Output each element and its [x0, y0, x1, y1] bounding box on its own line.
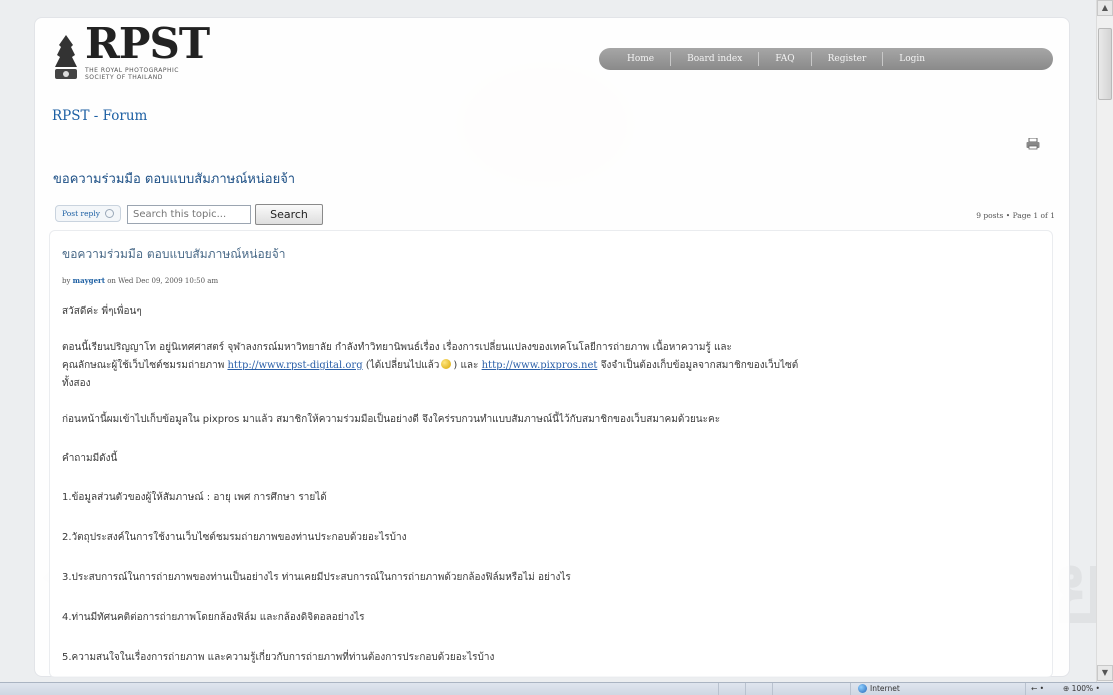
reply-circle-icon	[105, 209, 114, 218]
status-divider	[1025, 683, 1026, 695]
vertical-scrollbar[interactable]: ▲ ▼	[1096, 0, 1113, 682]
rpst-link[interactable]: http://www.rpst-digital.org	[227, 360, 362, 371]
logo-emblem-icon	[55, 35, 77, 79]
nav-faq[interactable]: FAQ	[759, 52, 812, 66]
post-greeting: สวัสดีค่ะ พี่ๆเพื่อนๆ	[62, 306, 142, 317]
scroll-up-icon[interactable]: ▲	[1097, 0, 1113, 16]
zoom-level[interactable]: ⊕ 100% •	[1063, 684, 1100, 693]
logo-letters: RPST	[85, 19, 210, 68]
post-paragraph-1-line-1: ตอนนี้เรียนปริญญาโท อยู่นิเทศศาสตร์ จุฬา…	[62, 342, 732, 353]
globe-icon	[858, 684, 867, 693]
post-p1-text-e: จึงจำเป็นต้องเก็บข้อมูลจากสมาชิกของเว็บไ…	[600, 360, 799, 371]
post-question-3: 3.ประสบการณ์ในการถ่ายภาพของท่านเป็นอย่าง…	[62, 572, 571, 583]
post-question-5: 5.ความสนใจในเรื่องการถ่ายภาพ และความรู้เ…	[62, 652, 495, 663]
print-icon[interactable]	[1026, 138, 1040, 150]
pixpros-link[interactable]: http://www.pixpros.net	[482, 360, 598, 371]
topic-title[interactable]: ขอความร่วมมือ ตอบแบบสัมภาษณ์หน่อยจ้า	[53, 168, 295, 189]
post: ขอความร่วมมือ ตอบแบบสัมภาษณ์หน่อยจ้า by …	[49, 230, 1053, 678]
post-p1-text-c: (ได้เปลี่ยนไปแล้ว	[365, 360, 440, 371]
status-zone: Internet	[858, 684, 900, 693]
forum-page: RPST THE ROYAL PHOTOGRAPHIC SOCIETY OF T…	[34, 17, 1070, 678]
post-question-1: 1.ข้อมูลส่วนตัวของผู้ให้สัมภาษณ์ : อายุ …	[62, 492, 327, 503]
status-divider	[745, 683, 746, 695]
nav-board-index[interactable]: Board index	[671, 52, 760, 66]
post-questions-heading: คำถามมีดังนี้	[62, 453, 118, 464]
post-p1-text-d: ) และ	[453, 360, 479, 371]
status-divider	[850, 683, 851, 695]
post-reply-button[interactable]: Post reply	[55, 205, 121, 222]
post-question-4: 4.ท่านมีทัศนคติต่อการถ่ายภาพโดยกล้องฟิล์…	[62, 612, 365, 623]
logo-subtitle: THE ROYAL PHOTOGRAPHIC SOCIETY OF THAILA…	[85, 67, 180, 81]
site-title-link[interactable]: RPST - Forum	[52, 108, 147, 124]
smiley-icon	[441, 359, 452, 369]
post-paragraph-1-line-2: คุณลักษณะผู้ใช้เว็บไซต์ชมรมถ่ายภาพ http:…	[62, 357, 798, 374]
top-navbar: Home Board index FAQ Register Login	[599, 48, 1053, 70]
post-paragraph-2: ก่อนหน้านี้ผมเข้าไปเก็บข้อมูลใน pixpros …	[62, 414, 721, 425]
post-meta-date: on Wed Dec 09, 2009 10:50 am	[107, 277, 219, 285]
pagination-info: 9 posts • Page 1 of 1	[976, 211, 1055, 220]
browser-status-bar: Internet ← • ⊕ 100% •	[0, 682, 1113, 695]
scrollbar-thumb[interactable]	[1098, 28, 1112, 100]
status-divider	[772, 683, 773, 695]
post-meta-by: by	[62, 277, 71, 285]
nav-home[interactable]: Home	[611, 52, 672, 66]
search-topic-input[interactable]	[127, 205, 251, 224]
post-p1-text-b: คุณลักษณะผู้ใช้เว็บไซต์ชมรมถ่ายภาพ	[62, 360, 225, 371]
search-button[interactable]: Search	[255, 204, 323, 225]
status-divider	[718, 683, 719, 695]
protected-mode-indicator[interactable]: ← •	[1031, 684, 1044, 693]
post-question-2: 2.วัตถุประสงค์ในการใช้งานเว็บไซต์ชมรมถ่า…	[62, 532, 407, 543]
post-reply-label: Post reply	[62, 209, 100, 218]
post-author-link[interactable]: maygert	[73, 276, 105, 285]
nav-register[interactable]: Register	[812, 52, 884, 66]
scroll-down-icon[interactable]: ▼	[1097, 665, 1113, 681]
post-meta: by maygert on Wed Dec 09, 2009 10:50 am	[62, 276, 218, 285]
post-paragraph-1-line-3: ทั้งสอง	[62, 378, 91, 389]
site-logo[interactable]: RPST THE ROYAL PHOTOGRAPHIC SOCIETY OF T…	[51, 23, 211, 91]
post-title[interactable]: ขอความร่วมมือ ตอบแบบสัมภาษณ์หน่อยจ้า	[62, 245, 285, 264]
status-zone-label: Internet	[870, 684, 900, 693]
nav-login[interactable]: Login	[883, 52, 941, 66]
